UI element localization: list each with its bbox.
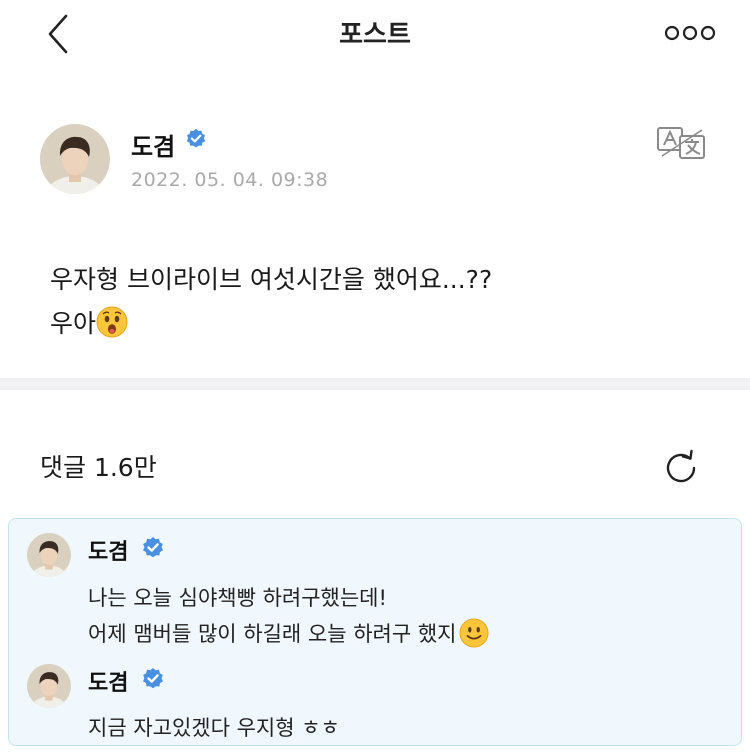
post-text-line: 우아 [50,302,492,346]
comment-line: 어제 맴버들 많이 하길래 오늘 하려구 했지 [88,616,489,652]
surprised-emoji [96,306,128,338]
profile-photo [27,533,71,577]
comments-count: 댓글 1.6만 [40,453,157,482]
author-avatar[interactable] [40,124,110,194]
author-name[interactable]: 도겸 [131,127,175,162]
more-button[interactable] [664,24,716,42]
verified-icon [186,128,206,148]
profile-photo [27,664,71,708]
comment-avatar[interactable] [27,664,71,708]
comment-author[interactable]: 도겸 [88,534,128,566]
comment-text: 지금 자고있겠다 우지형 ㅎㅎ [88,716,340,740]
comment-line: 나는 오늘 심야책빵 하려구했는데! [88,586,387,610]
section-divider [0,378,750,390]
comment-text: 나는 오늘 심야책빵 하려구했는데! 어제 맴버들 많이 하길래 오늘 하려구 … [88,580,489,652]
profile-photo [40,124,110,194]
verified-icon [143,537,163,558]
comment-line2: 어제 맴버들 많이 하길래 오늘 하려구 했지 [88,622,457,646]
refresh-button[interactable] [661,448,701,488]
more-icon [664,25,716,41]
translate-icon [657,127,705,159]
page-title: 포스트 [339,20,411,50]
post-body: 우자형 브이라이브 여섯시간을 했어요...?? 우아 [50,258,492,346]
verified-icon [143,668,163,689]
comment-avatar[interactable] [27,533,71,577]
post-date: 2022. 05. 04. 09:38 [131,169,329,191]
refresh-icon [666,449,696,483]
post-text-line: 우자형 브이라이브 여섯시간을 했어요...?? [50,265,493,294]
smile-emoji [458,618,489,648]
comment-author[interactable]: 도겸 [88,665,128,697]
post-text-line2: 우아 [50,309,97,338]
translate-button[interactable] [656,126,708,160]
